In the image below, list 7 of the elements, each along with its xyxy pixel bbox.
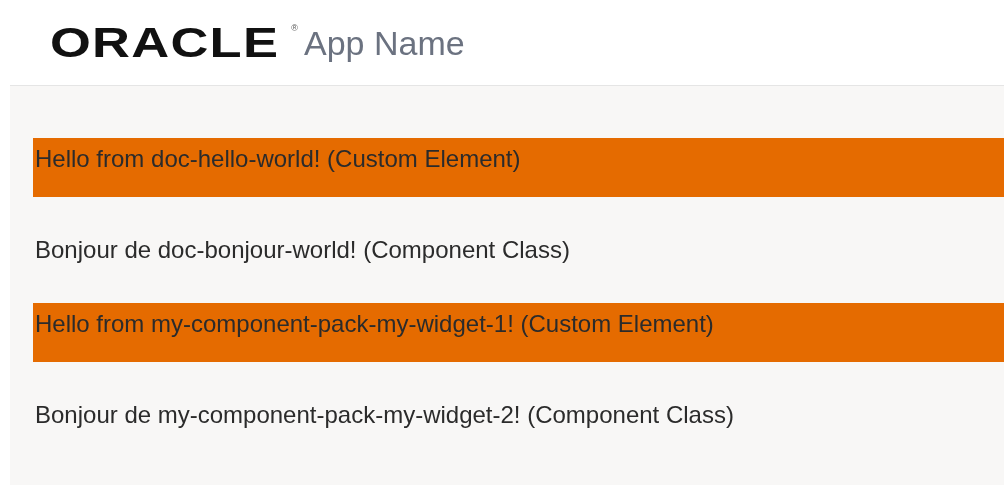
highlighted-message: Hello from doc-hello-world! (Custom Element): [33, 138, 1004, 197]
message: Bonjour de my-component-pack-my-widget-2! (Component Class): [34, 400, 735, 430]
registered-mark: ®: [291, 22, 298, 35]
app-name: App Name: [304, 25, 465, 60]
highlighted-message: Hello from my-component-pack-my-widget-1! (Custom Element): [33, 303, 1004, 362]
message: Bonjour de doc-bonjour-world! (Component Class): [34, 235, 571, 265]
logo: ORACLE: [50, 21, 280, 64]
